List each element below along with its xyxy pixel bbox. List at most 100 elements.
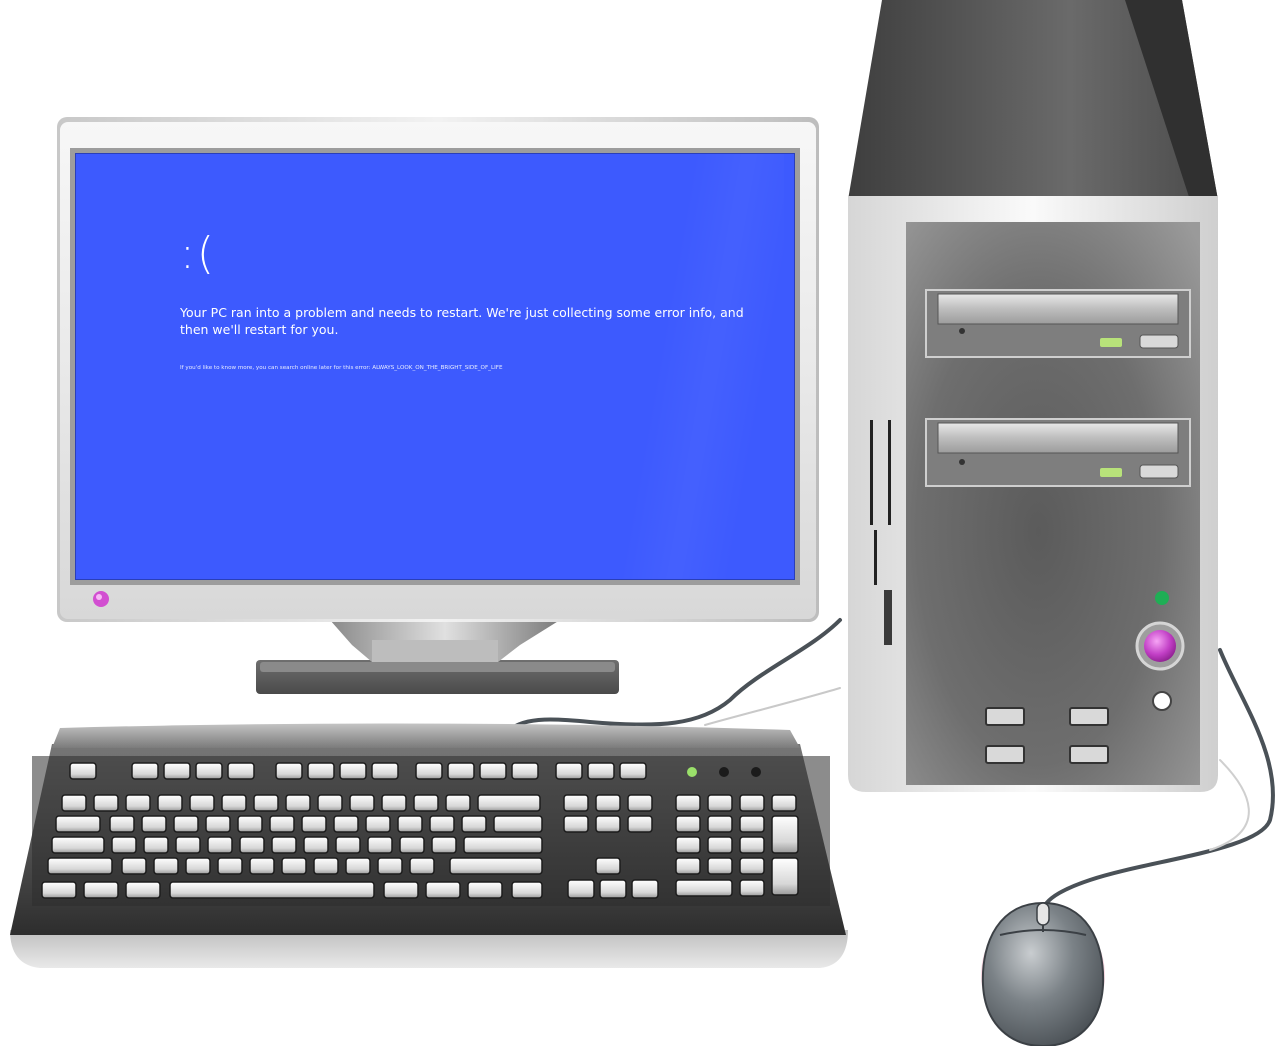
keyboard-key[interactable]	[707, 794, 733, 812]
keyboard-key[interactable]	[371, 762, 399, 780]
keyboard-key[interactable]	[409, 857, 435, 875]
keyboard-key[interactable]	[381, 794, 407, 812]
keyboard-key[interactable]	[707, 836, 733, 854]
keyboard-key[interactable]	[429, 815, 455, 833]
keyboard-key[interactable]	[463, 836, 543, 854]
keyboard-key[interactable]	[269, 815, 295, 833]
keyboard-key[interactable]	[271, 836, 297, 854]
keyboard-key[interactable]	[675, 815, 701, 833]
keyboard-key[interactable]	[627, 815, 653, 833]
mouse-scroll-wheel[interactable]	[1036, 902, 1050, 926]
keyboard-key[interactable]	[461, 815, 487, 833]
keyboard-key[interactable]	[619, 762, 647, 780]
keyboard-key[interactable]	[285, 794, 311, 812]
keyboard-key[interactable]	[707, 815, 733, 833]
keyboard-key[interactable]	[675, 879, 733, 897]
keyboard-key[interactable]	[449, 857, 543, 875]
keyboard-key[interactable]	[313, 857, 339, 875]
keyboard-key[interactable]	[93, 794, 119, 812]
keyboard-key[interactable]	[595, 857, 621, 875]
keyboard-key[interactable]	[479, 762, 507, 780]
keyboard-key[interactable]	[207, 836, 233, 854]
tower-reset-button[interactable]	[1152, 691, 1172, 711]
keyboard-key[interactable]	[195, 762, 223, 780]
keyboard-key[interactable]	[587, 762, 615, 780]
drive-eject-button[interactable]	[1139, 334, 1179, 349]
keyboard-key[interactable]	[511, 762, 539, 780]
keyboard-key[interactable]	[739, 879, 765, 897]
keyboard-key[interactable]	[237, 815, 263, 833]
keyboard-key[interactable]	[169, 881, 375, 899]
keyboard-key[interactable]	[141, 815, 167, 833]
keyboard-key[interactable]	[377, 857, 403, 875]
keyboard-key[interactable]	[221, 794, 247, 812]
keyboard-key[interactable]	[425, 881, 461, 899]
keyboard-key[interactable]	[365, 815, 391, 833]
keyboard-key[interactable]	[339, 762, 367, 780]
keyboard-key[interactable]	[349, 794, 375, 812]
keyboard-key[interactable]	[771, 794, 797, 812]
keyboard-key[interactable]	[493, 815, 543, 833]
keyboard-key[interactable]	[445, 794, 471, 812]
keyboard-key[interactable]	[675, 857, 701, 875]
keyboard-key[interactable]	[69, 762, 97, 780]
keyboard-key[interactable]	[771, 857, 799, 896]
keyboard-key[interactable]	[431, 836, 457, 854]
keyboard-key[interactable]	[595, 815, 621, 833]
keyboard-key[interactable]	[41, 881, 77, 899]
keyboard-key[interactable]	[189, 794, 215, 812]
keyboard-key[interactable]	[153, 857, 179, 875]
keyboard-key[interactable]	[307, 762, 335, 780]
optical-drive-2[interactable]	[925, 418, 1191, 487]
keyboard-key[interactable]	[111, 836, 137, 854]
keyboard-key[interactable]	[253, 794, 279, 812]
keyboard-key[interactable]	[567, 879, 595, 899]
keyboard-key[interactable]	[399, 836, 425, 854]
keyboard-key[interactable]	[599, 879, 627, 899]
keyboard-key[interactable]	[627, 794, 653, 812]
keyboard-key[interactable]	[345, 857, 371, 875]
keyboard-key[interactable]	[511, 881, 543, 899]
keyboard-key[interactable]	[739, 836, 765, 854]
keyboard-key[interactable]	[415, 762, 443, 780]
keyboard-key[interactable]	[477, 794, 541, 812]
keyboard-key[interactable]	[397, 815, 423, 833]
keyboard-key[interactable]	[61, 794, 87, 812]
keyboard-key[interactable]	[157, 794, 183, 812]
keyboard-key[interactable]	[125, 881, 161, 899]
keyboard-key[interactable]	[447, 762, 475, 780]
keyboard-key[interactable]	[185, 857, 211, 875]
keyboard-key[interactable]	[239, 836, 265, 854]
keyboard-key[interactable]	[83, 881, 119, 899]
keyboard-key[interactable]	[333, 815, 359, 833]
keyboard-key[interactable]	[595, 794, 621, 812]
keyboard-key[interactable]	[55, 815, 101, 833]
keyboard-key[interactable]	[739, 815, 765, 833]
keyboard-key[interactable]	[47, 857, 113, 875]
keyboard-key[interactable]	[275, 762, 303, 780]
keyboard-key[interactable]	[175, 836, 201, 854]
keyboard-key[interactable]	[739, 857, 765, 875]
keyboard-key[interactable]	[335, 836, 361, 854]
keyboard-key[interactable]	[675, 836, 701, 854]
keyboard-key[interactable]	[249, 857, 275, 875]
keyboard-key[interactable]	[707, 857, 733, 875]
keyboard-key[interactable]	[301, 815, 327, 833]
keyboard-key[interactable]	[413, 794, 439, 812]
keyboard-key[interactable]	[467, 881, 503, 899]
keyboard-key[interactable]	[131, 762, 159, 780]
keyboard-key[interactable]	[217, 857, 243, 875]
keyboard-key[interactable]	[631, 879, 659, 899]
keyboard-key[interactable]	[121, 857, 147, 875]
mouse-icon[interactable]	[981, 901, 1105, 1046]
keyboard-key[interactable]	[163, 762, 191, 780]
keyboard-key[interactable]	[739, 794, 765, 812]
keyboard-key[interactable]	[317, 794, 343, 812]
optical-drive-1[interactable]	[925, 289, 1191, 358]
keyboard-key[interactable]	[173, 815, 199, 833]
keyboard-key[interactable]	[109, 815, 135, 833]
keyboard-key[interactable]	[367, 836, 393, 854]
keyboard-key[interactable]	[227, 762, 255, 780]
keyboard-key[interactable]	[563, 815, 589, 833]
keyboard-key[interactable]	[383, 881, 419, 899]
